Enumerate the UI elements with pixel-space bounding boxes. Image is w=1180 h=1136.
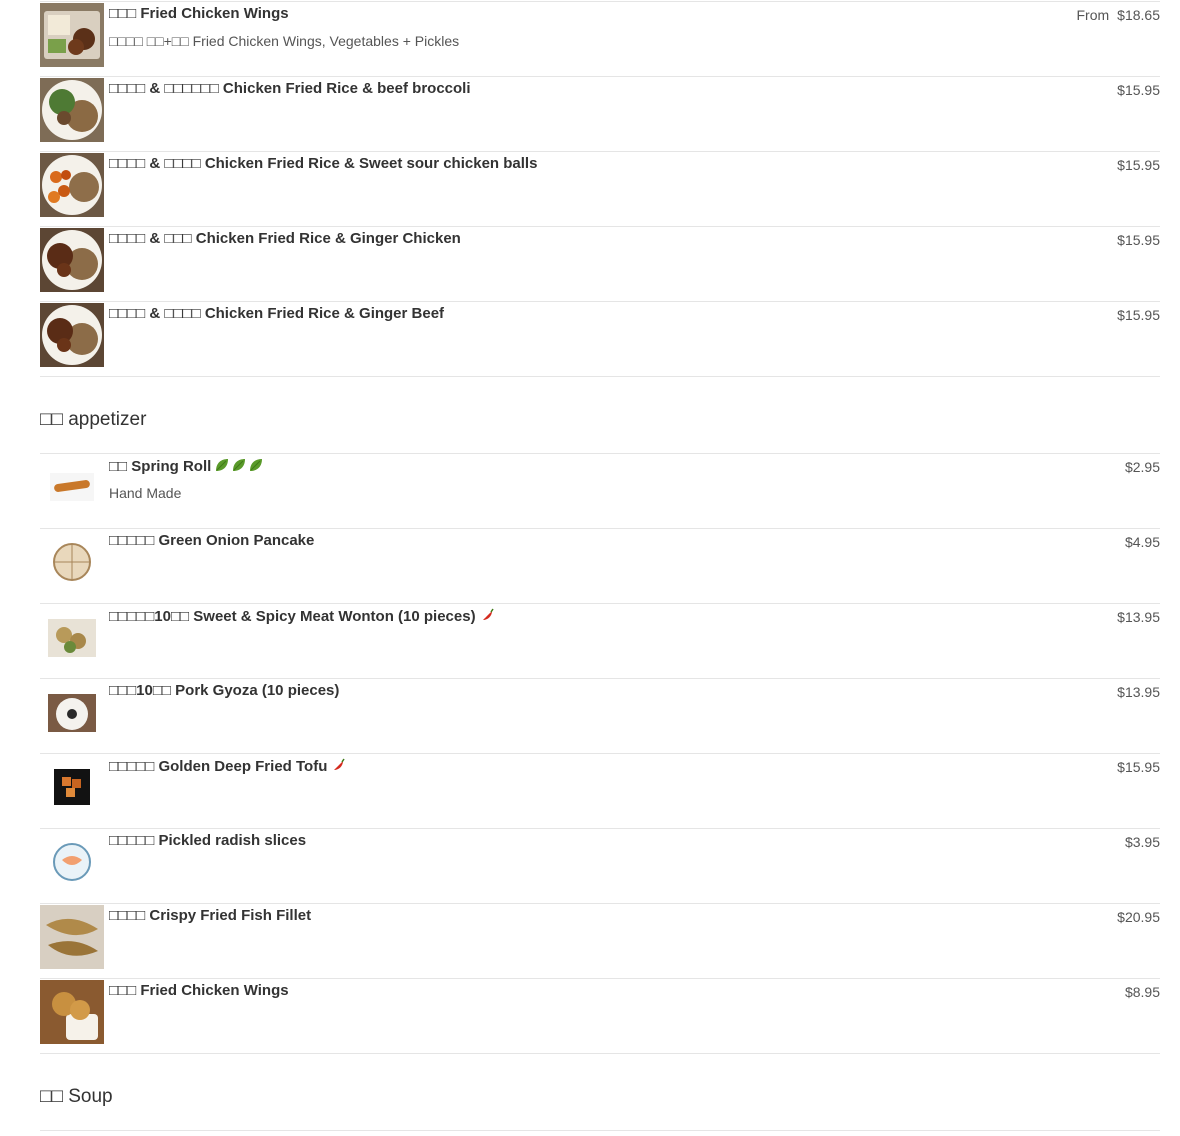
menu-item-price-area: $2.95	[1125, 459, 1160, 475]
menu-item-price-area: From $18.65	[1077, 7, 1161, 23]
menu-item-price-area: $8.95	[1125, 984, 1160, 1000]
menu-item-name-row[interactable]: □□□□□10□□ Sweet & Spicy Meat Wonton (10 …	[109, 607, 495, 625]
menu-item-name[interactable]: □□□ Fried Chicken Wings	[109, 982, 289, 999]
menu-item-tags	[329, 758, 346, 775]
menu-item-photo[interactable]	[40, 228, 104, 292]
menu-item-photo[interactable]	[40, 905, 104, 969]
menu-item[interactable]: □□□□□ Golden Deep Fried Tofu $15.95	[40, 753, 1160, 828]
menu-item-photo[interactable]	[40, 830, 104, 894]
menu-item[interactable]: □□□□ & □□□□ Chicken Fried Rice & Ginger …	[40, 301, 1160, 376]
category-title-soup: □□ Soup	[40, 1086, 113, 1107]
menu-item[interactable]: □□□ Fried Chicken Wings $8.95	[40, 978, 1160, 1053]
menu-item-photo[interactable]	[40, 755, 104, 819]
menu-item-photo[interactable]	[40, 605, 104, 669]
menu-item-name[interactable]: □□□□ & □□□ Chicken Fried Rice & Ginger C…	[109, 230, 461, 247]
spicy-pepper-icon	[329, 758, 346, 775]
menu-item-price-area: $15.95	[1117, 307, 1160, 323]
menu-item-name-row[interactable]: □□□□ & □□□ Chicken Fried Rice & Ginger C…	[109, 230, 461, 247]
menu-item-price: $13.95	[1117, 684, 1160, 700]
menu-item-name-row[interactable]: □□□□□ Green Onion Pancake	[109, 532, 314, 549]
menu-item-price-area: $13.95	[1117, 684, 1160, 700]
menu-item-photo[interactable]	[40, 303, 104, 367]
menu-item[interactable]: □□□□ & □□□□□□ Chicken Fried Rice & beef …	[40, 76, 1160, 151]
menu-item-price: $15.95	[1117, 307, 1160, 323]
menu-item-photo[interactable]	[40, 530, 104, 594]
menu-item[interactable]: □□ Spring Roll Hand Made $2.95	[40, 453, 1160, 528]
menu-item-price-area: $13.95	[1117, 609, 1160, 625]
menu-item-price-area: $15.95	[1117, 82, 1160, 98]
menu-item[interactable]: □□□□□ Green Onion Pancake $4.95	[40, 528, 1160, 603]
menu-item[interactable]: □□□□□10□□ Sweet & Spicy Meat Wonton (10 …	[40, 603, 1160, 678]
menu-item-name[interactable]: □□ Spring Roll	[109, 458, 211, 475]
menu-item-name[interactable]: □□□□□ Golden Deep Fried Tofu	[109, 758, 327, 775]
menu-item-photo[interactable]	[40, 3, 104, 67]
menu-item-price-area: $15.95	[1117, 157, 1160, 173]
menu-item-name-row[interactable]: □□□□□ Pickled radish slices	[109, 832, 306, 849]
menu-item-price: $3.95	[1124, 834, 1160, 850]
menu-item-name[interactable]: □□□□□ Green Onion Pancake	[109, 532, 314, 549]
menu-item-name-row[interactable]: □□ Spring Roll	[109, 457, 264, 475]
menu-item-photo[interactable]	[40, 680, 104, 744]
menu-item-name[interactable]: □□□□ & □□□□ Chicken Fried Rice & Sweet s…	[109, 155, 537, 172]
menu-item-price: $8.95	[1124, 984, 1160, 1000]
menu-item-price: $2.95	[1124, 459, 1160, 475]
menu-item[interactable]: □□□ Fried Chicken Wings □□□□ □□+□□ Fried …	[40, 1, 1160, 76]
menu-item-price: $13.95	[1117, 609, 1160, 625]
menu-item-photo[interactable]	[40, 455, 104, 519]
menu-item[interactable]: □□□10□□ Pork Gyoza (10 pieces) $13.95	[40, 678, 1160, 753]
menu-item-price: $15.95	[1117, 82, 1160, 98]
vegetarian-leaf-icon	[247, 458, 264, 475]
menu-item[interactable]: □□□□ & □□□ Chicken Fried Rice & Ginger C…	[40, 226, 1160, 301]
menu-item-tags	[478, 608, 495, 625]
menu-item-price: $15.95	[1117, 232, 1160, 248]
section-divider	[40, 1130, 1160, 1131]
menu-item-description: □□□□ □□+□□ Fried Chicken Wings, Vegetabl…	[109, 33, 460, 49]
menu-item-name[interactable]: □□□□ Crispy Fried Fish Fillet	[109, 907, 311, 924]
vegetarian-leaf-icon	[230, 458, 247, 475]
menu-item-photo[interactable]	[40, 980, 104, 1044]
menu-item-photo[interactable]	[40, 78, 104, 142]
menu-item-description: Hand Made	[109, 485, 182, 501]
vegetarian-leaf-icon	[213, 458, 230, 475]
menu-item-price-area: $3.95	[1125, 834, 1160, 850]
menu-item-name-row[interactable]: □□□□□ Golden Deep Fried Tofu	[109, 757, 346, 775]
menu-item-name[interactable]: □□□□□10□□ Sweet & Spicy Meat Wonton (10 …	[109, 608, 476, 625]
menu-item-name-row[interactable]: □□□□ Crispy Fried Fish Fillet	[109, 907, 311, 924]
menu-item-price-area: $4.95	[1125, 534, 1160, 550]
menu-item-name-row[interactable]: □□□ Fried Chicken Wings	[109, 5, 289, 22]
price-from-label: From	[1076, 7, 1110, 23]
menu-item-tags	[213, 458, 264, 475]
menu-item-price: $4.95	[1124, 534, 1160, 550]
menu-item-name[interactable]: □□□□ & □□□□□□ Chicken Fried Rice & beef …	[109, 80, 471, 97]
spicy-pepper-icon	[478, 608, 495, 625]
menu-item-name-row[interactable]: □□□□ & □□□□ Chicken Fried Rice & Sweet s…	[109, 155, 537, 172]
menu-item-name[interactable]: □□□□□ Pickled radish slices	[109, 832, 306, 849]
menu-item-name-row[interactable]: □□□10□□ Pork Gyoza (10 pieces)	[109, 682, 339, 699]
category-title-appetizer: □□ appetizer	[40, 409, 147, 430]
menu-item[interactable]: □□□□□ Pickled radish slices $3.95	[40, 828, 1160, 903]
menu-item-price-area: $20.95	[1117, 909, 1160, 925]
menu-item[interactable]: □□□□ Crispy Fried Fish Fillet $20.95	[40, 903, 1160, 978]
menu-item-price-area: $15.95	[1117, 232, 1160, 248]
menu-item[interactable]: □□□□ & □□□□ Chicken Fried Rice & Sweet s…	[40, 151, 1160, 226]
menu-item-price: $20.95	[1117, 909, 1160, 925]
menu-item-name-row[interactable]: □□□□ & □□□□ Chicken Fried Rice & Ginger …	[109, 305, 444, 322]
menu-item-price-area: $15.95	[1117, 759, 1160, 775]
menu-item-name[interactable]: □□□10□□ Pork Gyoza (10 pieces)	[109, 682, 339, 699]
menu-list: □□□ Fried Chicken Wings □□□□ □□+□□ Fried …	[40, 1, 1160, 1131]
menu-item-name[interactable]: □□□ Fried Chicken Wings	[109, 5, 289, 22]
menu-item-photo[interactable]	[40, 153, 104, 217]
menu-item-name-row[interactable]: □□□□ & □□□□□□ Chicken Fried Rice & beef …	[109, 80, 471, 97]
menu-item-price: $18.65	[1117, 7, 1160, 23]
menu-item-name-row[interactable]: □□□ Fried Chicken Wings	[109, 982, 289, 999]
menu-item-price: $15.95	[1117, 759, 1160, 775]
menu-item-price: $15.95	[1117, 157, 1160, 173]
menu-item-name[interactable]: □□□□ & □□□□ Chicken Fried Rice & Ginger …	[109, 305, 444, 322]
